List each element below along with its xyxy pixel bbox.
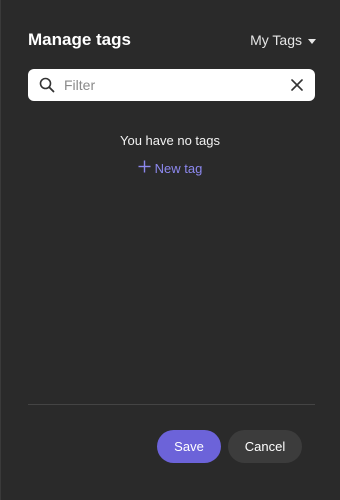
search-icon — [38, 76, 56, 94]
chevron-down-icon — [308, 38, 316, 44]
new-tag-label: New tag — [154, 161, 203, 176]
new-tag-link[interactable]: New tag — [0, 160, 340, 178]
footer-divider — [28, 404, 315, 405]
save-button-label: Save — [174, 439, 204, 454]
panel-edge — [0, 0, 1, 500]
empty-state-message: You have no tags — [120, 133, 220, 148]
cancel-button[interactable]: Cancel — [228, 430, 302, 463]
save-button[interactable]: Save — [157, 430, 221, 463]
plus-icon — [138, 160, 151, 178]
close-icon[interactable] — [287, 75, 307, 95]
dialog-title: Manage tags — [28, 30, 131, 49]
tag-scope-label: My Tags — [250, 32, 302, 48]
filter-field[interactable] — [28, 69, 315, 101]
tag-scope-dropdown[interactable]: My Tags — [250, 28, 316, 52]
cancel-button-label: Cancel — [244, 439, 286, 454]
filter-input[interactable] — [64, 69, 287, 101]
